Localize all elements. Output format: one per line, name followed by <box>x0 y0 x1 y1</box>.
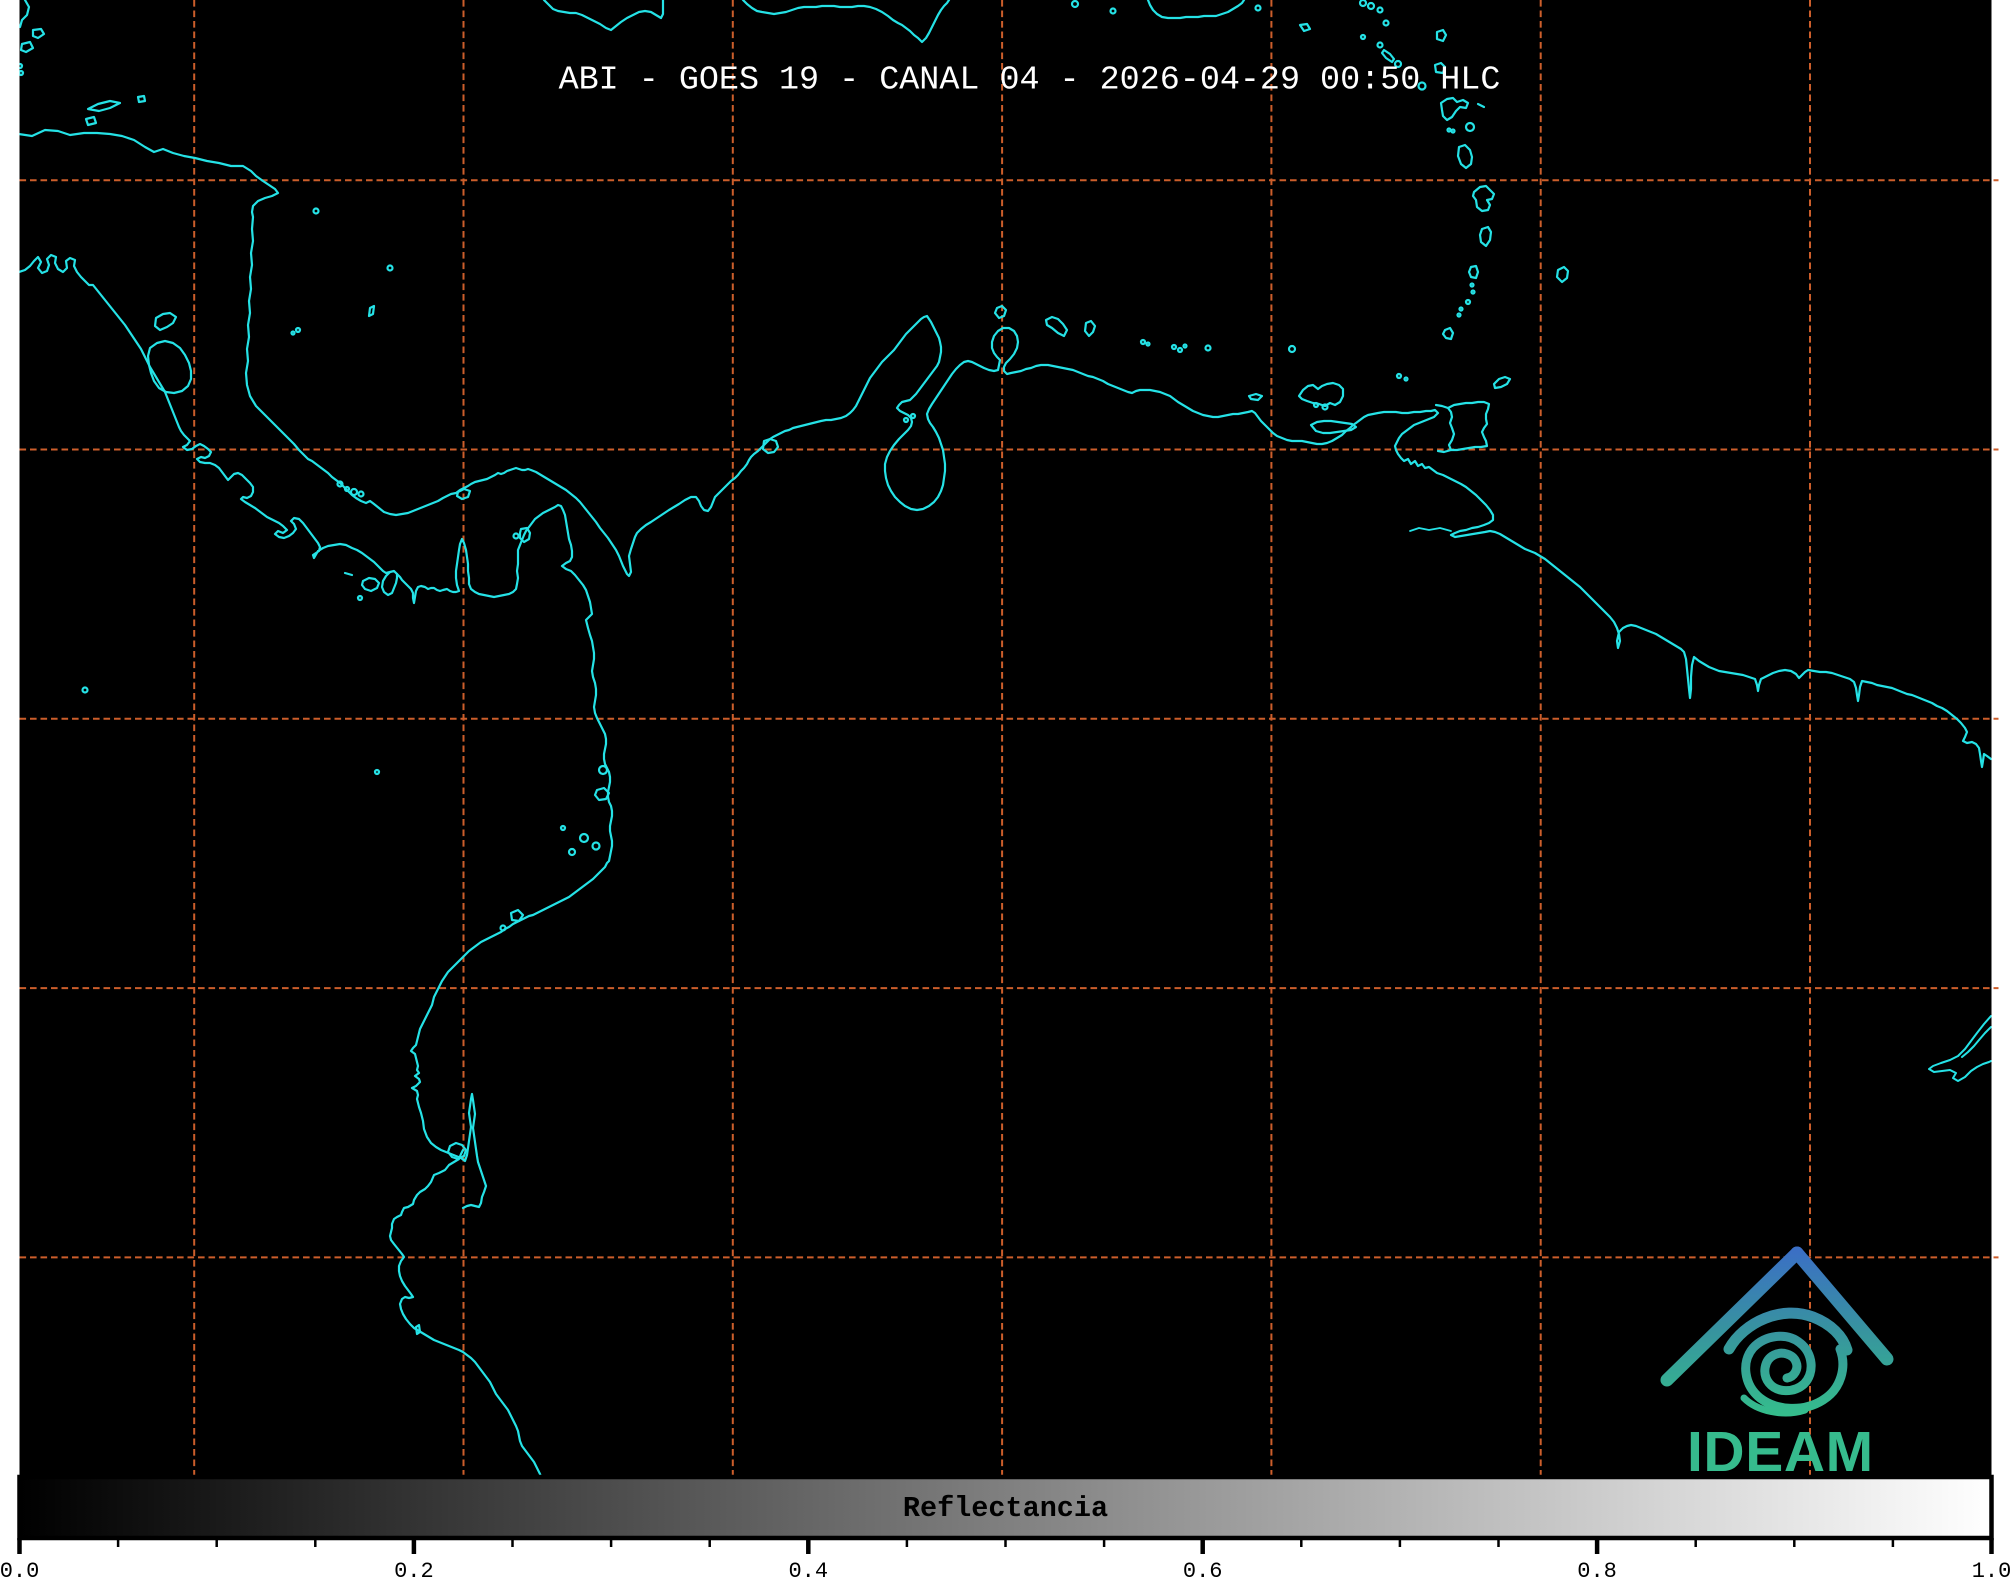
svg-text:Reflectancia: Reflectancia <box>903 1492 1108 1525</box>
svg-text:ABI - GOES 19 - CANAL 04 - 202: ABI - GOES 19 - CANAL 04 - 2026-04-29 00… <box>559 62 1501 100</box>
svg-text:1.0: 1.0 <box>1972 1559 2011 1577</box>
svg-text:0.6: 0.6 <box>1183 1559 1223 1577</box>
svg-text:0.4: 0.4 <box>788 1559 828 1577</box>
svg-text:0.0: 0.0 <box>0 1559 39 1577</box>
svg-text:0.8: 0.8 <box>1577 1559 1617 1577</box>
svg-text:0.2: 0.2 <box>394 1559 434 1577</box>
svg-text:IDEAM: IDEAM <box>1687 1420 1874 1484</box>
